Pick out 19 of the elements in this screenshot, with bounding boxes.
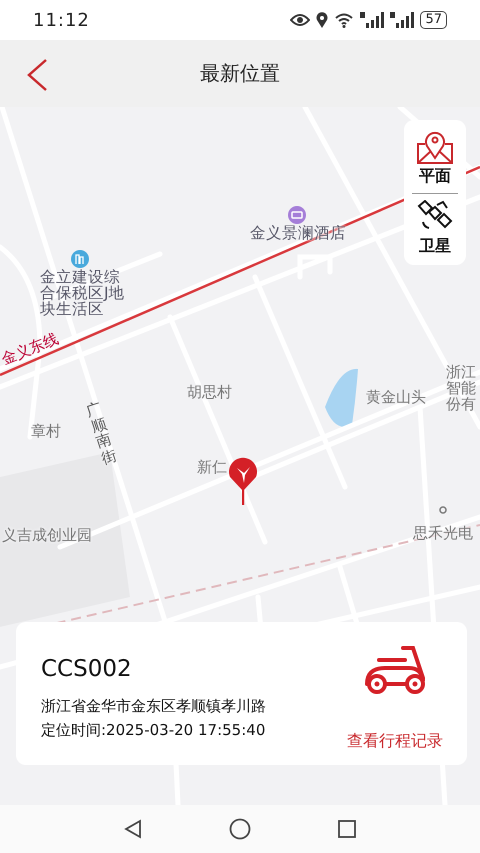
map-label: 金立建设综合保税区J地块生活区 bbox=[40, 269, 126, 317]
map-label: 广顺南街 bbox=[84, 399, 119, 467]
battery-level: 57 bbox=[420, 11, 447, 29]
map-label: 思禾光电 bbox=[413, 525, 473, 541]
map-label: 胡思村 bbox=[187, 384, 232, 400]
map-type-button[interactable]: 平面 bbox=[417, 126, 453, 191]
map-label: 黄金山头 bbox=[366, 389, 426, 405]
location-time: 定位时间:2025-03-20 17:55:40 bbox=[41, 720, 266, 741]
trip-history-link[interactable]: 查看行程记录 bbox=[347, 731, 443, 752]
map-label: 章村 bbox=[31, 423, 61, 439]
device-address: 浙江省金华市金东区孝顺镇孝川路 bbox=[41, 696, 266, 717]
status-time: 11:12 bbox=[33, 10, 90, 30]
map-type-button[interactable]: 卫星 bbox=[417, 196, 453, 261]
map-label: 浙江智能份有 bbox=[446, 364, 477, 412]
map-label: 金义东线 bbox=[0, 330, 61, 368]
map-label: 义吉成创业园 bbox=[2, 527, 92, 543]
page-title: 最新位置 bbox=[200, 60, 280, 87]
map-label: 新仁 bbox=[197, 459, 227, 475]
device-name: CCS002 bbox=[41, 656, 133, 682]
